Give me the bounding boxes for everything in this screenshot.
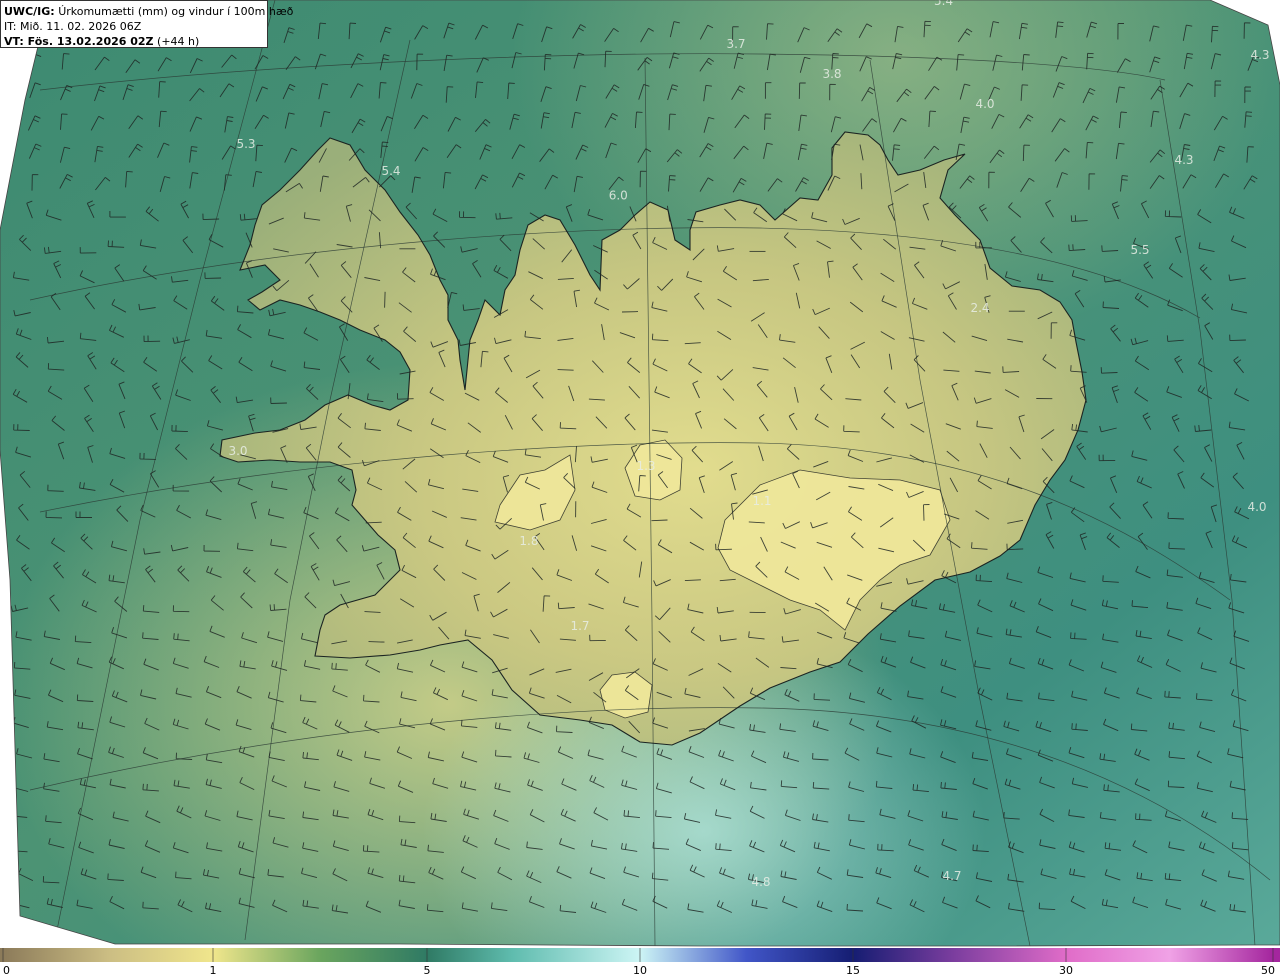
value-label: 5.3 <box>236 137 255 151</box>
map-domain: 3.7 3.8 4.3 4.0 5.4 5.3 4.3 5.4 6.0 5.5 2.4 3.0 1.8 1… <box>0 0 1280 946</box>
wind-barb <box>557 369 574 371</box>
wind-barb <box>384 291 386 308</box>
wind-barb <box>368 641 385 643</box>
value-label: 1.1 <box>752 494 771 508</box>
value-label: 2.4 <box>970 301 989 315</box>
map-info-box: UWC/IG: Úrkomumætti (mm) og vindur í 100… <box>0 0 293 49</box>
colorbar-tick-label: 50 <box>1261 964 1275 977</box>
value-label: 5.4 <box>381 164 400 178</box>
value-label: 4.7 <box>942 869 961 883</box>
colorbar-tick-label: 30 <box>1059 964 1073 977</box>
value-label: 3.8 <box>822 67 841 81</box>
valid-time-line: VT: Fös. 13.02.2026 02Z (+44 h) <box>4 34 264 49</box>
field-title: Úrkomumætti (mm) og vindur í 100m hæð <box>58 5 294 18</box>
valid-time: VT: Fös. 13.02.2026 02Z <box>4 35 154 48</box>
colorbar-tick-label: 15 <box>846 964 860 977</box>
value-label: 4.0 <box>975 97 994 111</box>
value-label: 3.0 <box>228 444 247 458</box>
colorbar-tick-label: 1 <box>210 964 217 977</box>
colorbar-tick-label: 10 <box>633 964 647 977</box>
lead-time: (+44 h) <box>157 35 200 48</box>
value-label: 5.4 <box>934 0 953 8</box>
info-title-line: UWC/IG: Úrkomumætti (mm) og vindur í 100… <box>4 4 293 19</box>
map-root: 3.7 3.8 4.3 4.0 5.4 5.3 4.3 5.4 6.0 5.5 2.4 3.0 1.8 1… <box>0 0 1280 978</box>
value-label: 4.3 <box>1174 153 1193 167</box>
colorbar-tick-label: 0 <box>3 964 10 977</box>
init-time: IT: Mið. 11. 02. 2026 06Z <box>4 20 142 33</box>
value-label: 1.3 <box>636 459 655 473</box>
value-label: 1.8 <box>519 534 538 548</box>
value-label: 4.8 <box>751 875 770 889</box>
value-label: 4.3 <box>1250 48 1269 62</box>
value-label: 6.0 <box>609 189 628 203</box>
value-label: 1.7 <box>570 619 589 633</box>
value-label: 3.7 <box>726 37 745 51</box>
colorbar-tick-label: 5 <box>424 964 431 977</box>
value-label: 4.0 <box>1247 500 1266 514</box>
model-name: UWC/IG: <box>4 5 55 18</box>
precipitation-map[interactable]: 3.7 3.8 4.3 4.0 5.4 5.3 4.3 5.4 6.0 5.5 2.4 3.0 1.8 1… <box>0 0 1280 978</box>
value-label: 5.5 <box>1130 243 1149 257</box>
